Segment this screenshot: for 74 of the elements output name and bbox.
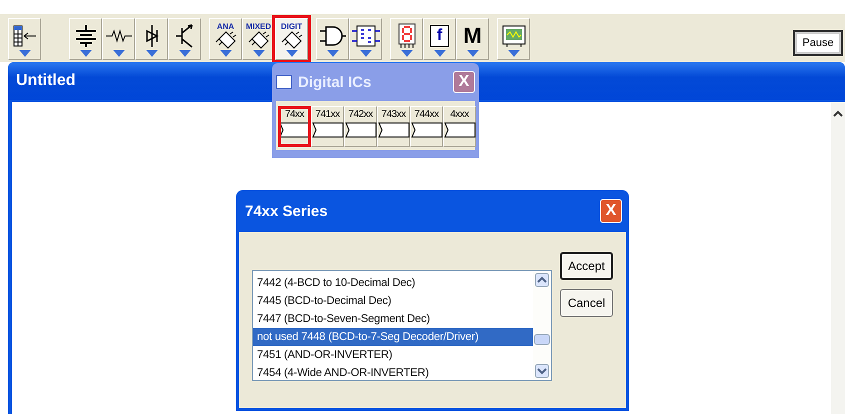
tool-button[interactable]: DIGIT xyxy=(275,18,308,60)
flip-flop-icon xyxy=(352,24,380,48)
grid-arrow-icon xyxy=(12,24,38,47)
dropdown-arrow-icon xyxy=(252,50,264,57)
tool-button[interactable] xyxy=(168,18,201,60)
dropdown-arrow-icon xyxy=(326,50,338,57)
ic-package-icon xyxy=(312,122,344,138)
tool-button[interactable] xyxy=(135,18,168,60)
dialog-button[interactable]: Accept xyxy=(560,252,613,280)
window-title: Digital ICs xyxy=(298,74,372,90)
tool-button[interactable] xyxy=(390,18,423,60)
dropdown-arrow-icon xyxy=(286,50,298,57)
window-title: Untitled xyxy=(16,72,76,90)
tool-button[interactable] xyxy=(497,18,530,60)
list-item[interactable]: not used 7448 (BCD-to-7-Seg Decoder/Driver) xyxy=(253,328,533,346)
ic-package-icon xyxy=(278,122,310,138)
dropdown-arrow-icon xyxy=(466,50,478,57)
list-item[interactable]: 7442 (4-BCD to 10-Decimal Dec) xyxy=(253,274,533,292)
dropdown-arrow-icon xyxy=(360,50,372,57)
tool-button[interactable] xyxy=(316,18,349,60)
ic-package-icon xyxy=(344,122,376,138)
button-label: MIXED xyxy=(246,22,272,32)
chip-icon xyxy=(248,31,270,50)
dropdown-arrow-icon xyxy=(18,50,30,57)
list-item[interactable]: 7447 (BCD-to-Seven-Segment Dec) xyxy=(253,310,533,328)
tool-button[interactable] xyxy=(69,18,102,60)
dropdown-arrow-icon xyxy=(178,50,190,57)
tool-button[interactable] xyxy=(349,18,382,60)
button-label: ANA xyxy=(216,22,234,32)
dropdown-arrow-icon xyxy=(220,50,232,57)
resistor-icon xyxy=(106,28,132,43)
dialog-title: 74xx Series xyxy=(245,202,328,220)
series-button[interactable]: 744xx xyxy=(410,106,443,147)
chip-icon xyxy=(214,31,236,50)
pause-button[interactable]: Pause xyxy=(793,30,843,56)
series-button[interactable]: 743xx xyxy=(377,106,410,147)
tool-button[interactable]: f xyxy=(423,18,456,60)
function-block: f xyxy=(430,24,450,47)
dialog-button[interactable]: Cancel xyxy=(560,289,613,317)
tool-button[interactable] xyxy=(8,18,41,60)
series-button[interactable]: 4xxx xyxy=(443,106,476,147)
dropdown-arrow-icon xyxy=(400,50,412,57)
dropdown-arrow-icon xyxy=(80,50,92,57)
series-button[interactable]: 74xx xyxy=(278,106,311,147)
ic-package-icon xyxy=(378,122,410,138)
dropdown-arrow-icon xyxy=(434,50,446,57)
window-icon xyxy=(276,75,292,89)
dropdown-arrow-icon xyxy=(146,50,158,57)
button-label: DIGIT xyxy=(280,22,302,32)
list-item[interactable]: 7445 (BCD-to-Decimal Dec) xyxy=(253,292,533,310)
scroll-thumb[interactable] xyxy=(534,334,550,345)
dropdown-arrow-icon xyxy=(508,50,520,57)
ic-package-icon xyxy=(410,122,442,138)
list-item[interactable]: 7454 (4-Wide AND-OR-INVERTER) xyxy=(253,364,533,380)
series-button[interactable]: 742xx xyxy=(344,106,377,147)
battery-icon xyxy=(74,24,98,47)
seven-segment-icon xyxy=(396,22,416,49)
tool-button[interactable]: MIXED xyxy=(242,18,275,60)
chip-icon xyxy=(280,31,302,50)
close-button[interactable]: X xyxy=(600,199,622,223)
tool-button[interactable]: M xyxy=(456,18,489,60)
list-item[interactable]: 7451 (AND-OR-INVERTER) xyxy=(253,346,533,364)
oscilloscope-icon xyxy=(502,24,526,47)
dropdown-arrow-icon xyxy=(112,50,124,57)
and-gate-icon xyxy=(320,24,346,47)
button-label: M xyxy=(463,24,482,48)
tool-button[interactable]: ANA xyxy=(209,18,242,60)
tool-button[interactable] xyxy=(102,18,135,60)
scrollbar[interactable] xyxy=(533,271,551,380)
diode-icon xyxy=(144,24,160,47)
ic-package-icon xyxy=(444,122,476,138)
transistor-icon xyxy=(176,24,194,48)
series-button[interactable]: 741xx xyxy=(311,106,344,147)
scrollbar[interactable] xyxy=(831,102,845,414)
